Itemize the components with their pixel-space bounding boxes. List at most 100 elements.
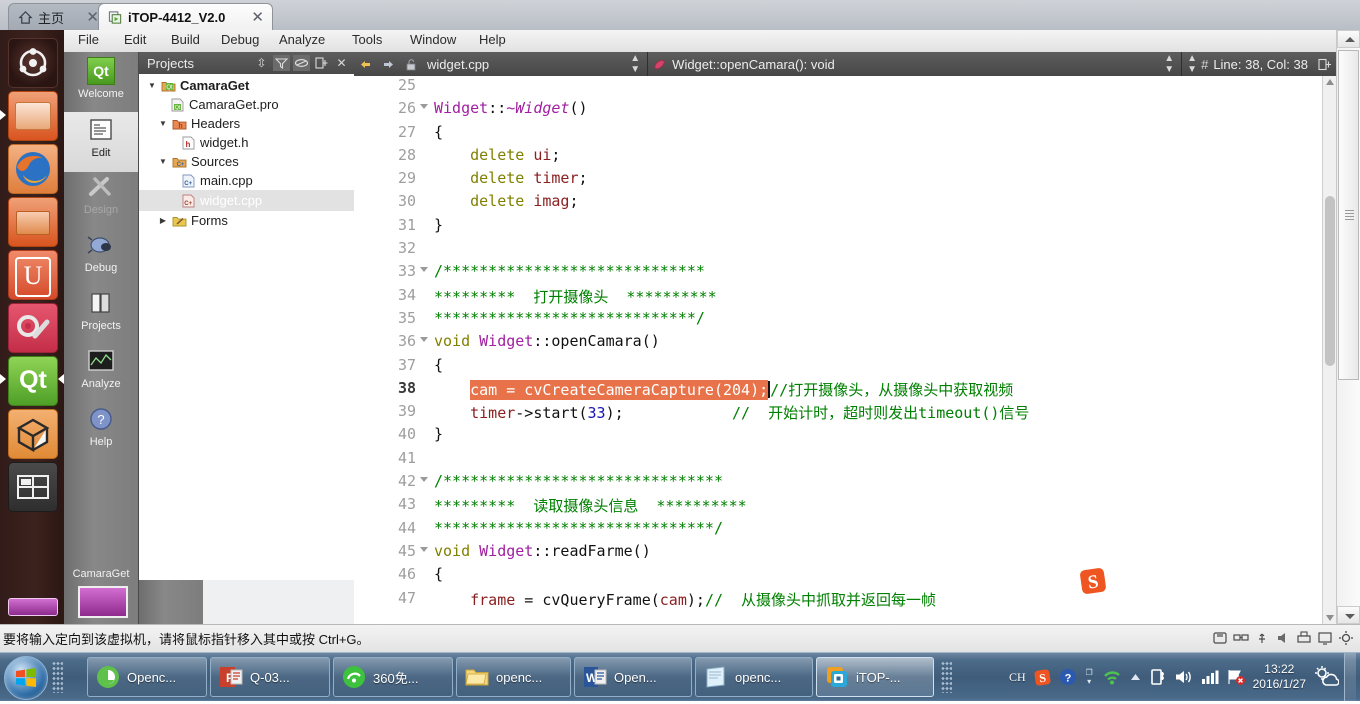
menu-analyze[interactable]: Analyze xyxy=(279,32,325,47)
taskbar-button-folder[interactable]: openc... xyxy=(456,657,571,697)
launcher-files[interactable] xyxy=(8,91,58,141)
taskbar-grip[interactable] xyxy=(52,661,63,693)
code-line[interactable]: 31} xyxy=(354,216,1323,239)
launcher-virtualbox[interactable] xyxy=(8,409,58,459)
mode-debug[interactable]: Debug xyxy=(64,228,138,286)
code-line[interactable]: 37 { xyxy=(354,356,1323,379)
taskbar-button-vmware[interactable]: iTOP-... xyxy=(816,657,934,697)
sogou-icon[interactable]: S xyxy=(1033,668,1052,687)
menu-build[interactable]: Build xyxy=(171,32,200,47)
filter-icon[interactable] xyxy=(273,55,290,71)
input-language-indicator[interactable]: CH xyxy=(1009,670,1026,685)
code-line[interactable]: 25 xyxy=(354,76,1323,99)
kit-target-icon[interactable] xyxy=(78,586,128,618)
mode-help[interactable]: ? Help xyxy=(64,402,138,460)
signal-icon[interactable] xyxy=(1200,668,1219,686)
disk-icon[interactable] xyxy=(1212,630,1228,646)
code-line[interactable]: 42 /******************************* xyxy=(354,472,1323,495)
code-line[interactable]: 45 void Widget::readFarme() xyxy=(354,542,1323,565)
menu-tools[interactable]: Tools xyxy=(352,32,382,47)
browser-vscrollbar[interactable] xyxy=(1336,30,1360,624)
launcher-qt-creator[interactable]: Qt xyxy=(8,356,58,406)
taskbar-button-notepad[interactable]: openc... xyxy=(695,657,813,697)
fold-marker-icon[interactable] xyxy=(420,104,428,110)
sort-icon[interactable]: ⇳ xyxy=(253,55,270,71)
tree-item-widget-cpp[interactable]: C+ widget.cpp xyxy=(139,190,354,211)
chevron-updown-icon[interactable]: ▲ ▼ xyxy=(630,53,640,75)
show-desktop-button[interactable] xyxy=(1344,653,1356,701)
volume-icon[interactable] xyxy=(1174,668,1193,686)
display-icon[interactable] xyxy=(1317,630,1333,646)
fold-marker-icon[interactable] xyxy=(420,267,428,273)
code-line[interactable]: 27 { xyxy=(354,123,1323,146)
mode-welcome[interactable]: Qt Welcome xyxy=(64,54,138,112)
scrollbar-thumb[interactable] xyxy=(1325,196,1335,366)
fold-marker-icon[interactable] xyxy=(420,477,428,483)
code-line[interactable]: 36 void Widget::openCamara() xyxy=(354,332,1323,355)
close-icon[interactable]: ✕ xyxy=(333,55,350,71)
launcher-system-settings[interactable] xyxy=(8,303,58,353)
code-line[interactable]: 26 Widget::~Widget() xyxy=(354,99,1323,122)
action-center-icon[interactable] xyxy=(1226,668,1246,686)
mode-edit[interactable]: Edit xyxy=(64,112,138,172)
show-hidden-icon[interactable] xyxy=(1129,672,1143,682)
navigate-back-button[interactable] xyxy=(354,52,377,76)
vm-viewport[interactable]: U Qt File Edit Build Debug Analyze Tools… xyxy=(0,30,1337,624)
code-editor[interactable]: 25 26 Widget::~Widget() 27{28 delete ui; 29 … xyxy=(354,76,1323,624)
code-line[interactable]: 29 delete timer; xyxy=(354,169,1323,192)
battery-icon[interactable] xyxy=(1150,668,1167,686)
mode-projects[interactable]: Projects xyxy=(64,286,138,344)
launcher-ubuntu-one[interactable]: U xyxy=(8,250,58,300)
split-icon[interactable] xyxy=(313,55,330,71)
launcher-ubuntu-dash[interactable] xyxy=(8,38,58,88)
mode-design[interactable]: Design xyxy=(64,170,138,228)
expand-icon[interactable]: ❐ ▾ xyxy=(1084,668,1095,686)
tree-item-sources[interactable]: ▼ C+ Sources xyxy=(139,152,354,171)
menu-edit[interactable]: Edit xyxy=(124,32,146,47)
code-line[interactable]: 43 ********* 读取摄像头信息 ********** xyxy=(354,495,1323,518)
launcher-firefox[interactable] xyxy=(8,144,58,194)
scroll-down-icon[interactable] xyxy=(1326,615,1334,621)
network-icon[interactable] xyxy=(1233,630,1249,646)
weather-sun-cloud-icon[interactable] xyxy=(1313,665,1339,689)
browser-tab-vm[interactable]: iTOP-4412_V2.0 ✕ xyxy=(98,3,273,30)
vscroll-up-button[interactable] xyxy=(1337,30,1360,48)
tray-grip[interactable] xyxy=(941,661,952,693)
mode-analyze[interactable]: Analyze xyxy=(64,344,138,402)
scroll-up-icon[interactable] xyxy=(1326,79,1334,85)
code-line[interactable]: 34 ********* 打开摄像头 ********** xyxy=(354,286,1323,309)
help-icon[interactable]: ? xyxy=(1059,668,1077,686)
chevron-right-icon[interactable]: ▶ xyxy=(158,216,168,225)
tree-item-widget-h[interactable]: h widget.h xyxy=(139,133,354,152)
sound-icon[interactable] xyxy=(1275,630,1291,646)
project-tree[interactable]: ▼ Qt CamaraGet Qt CamaraGet.pro ▼ h Head… xyxy=(139,74,354,230)
menu-window[interactable]: Window xyxy=(410,32,456,47)
taskbar-clock[interactable]: 13:22 2016/1/27 xyxy=(1253,662,1306,692)
code-line[interactable]: 38 cam = cvCreateCameraCapture(204);//打开… xyxy=(354,379,1323,402)
wifi-icon[interactable] xyxy=(1102,668,1122,686)
code-line[interactable]: 32 xyxy=(354,239,1323,262)
code-line[interactable]: 46 { xyxy=(354,565,1323,588)
taskbar-button-ie[interactable]: Openc... xyxy=(87,657,207,697)
code-line[interactable]: 40} xyxy=(354,425,1323,448)
code-line[interactable]: 47 frame = cvQueryFrame(cam);// 从摄像头中抓取并… xyxy=(354,589,1323,612)
code-line[interactable]: 35 *****************************/ xyxy=(354,309,1323,332)
chevron-updown-icon[interactable]: ▲ ▼ xyxy=(1164,53,1174,75)
editor-scrollbar-vertical[interactable] xyxy=(1322,76,1337,624)
chevron-updown-icon[interactable]: ▲ ▼ xyxy=(1187,53,1197,75)
code-line[interactable]: 41 xyxy=(354,449,1323,472)
menu-debug[interactable]: Debug xyxy=(221,32,259,47)
taskbar-button-360[interactable]: 360免... xyxy=(333,657,453,697)
code-line[interactable]: 28 delete ui; xyxy=(354,146,1323,169)
code-line[interactable]: 44 *******************************/ xyxy=(354,519,1323,542)
browser-tab-home[interactable]: 主页 ✕ xyxy=(8,3,108,30)
code-line[interactable]: 30 delete imag; xyxy=(354,192,1323,215)
taskbar-button-powerpoint[interactable]: P Q-03... xyxy=(210,657,330,697)
link-icon[interactable] xyxy=(293,55,310,71)
chevron-down-icon[interactable]: ▼ xyxy=(158,157,168,166)
tree-item-camaraget-pro[interactable]: Qt CamaraGet.pro xyxy=(139,95,354,114)
launcher-software-center[interactable] xyxy=(8,197,58,247)
close-icon[interactable]: ✕ xyxy=(249,10,266,25)
chevron-down-icon[interactable]: ▼ xyxy=(147,81,157,90)
file-selector[interactable]: widget.cpp ▲ ▼ xyxy=(422,52,647,76)
